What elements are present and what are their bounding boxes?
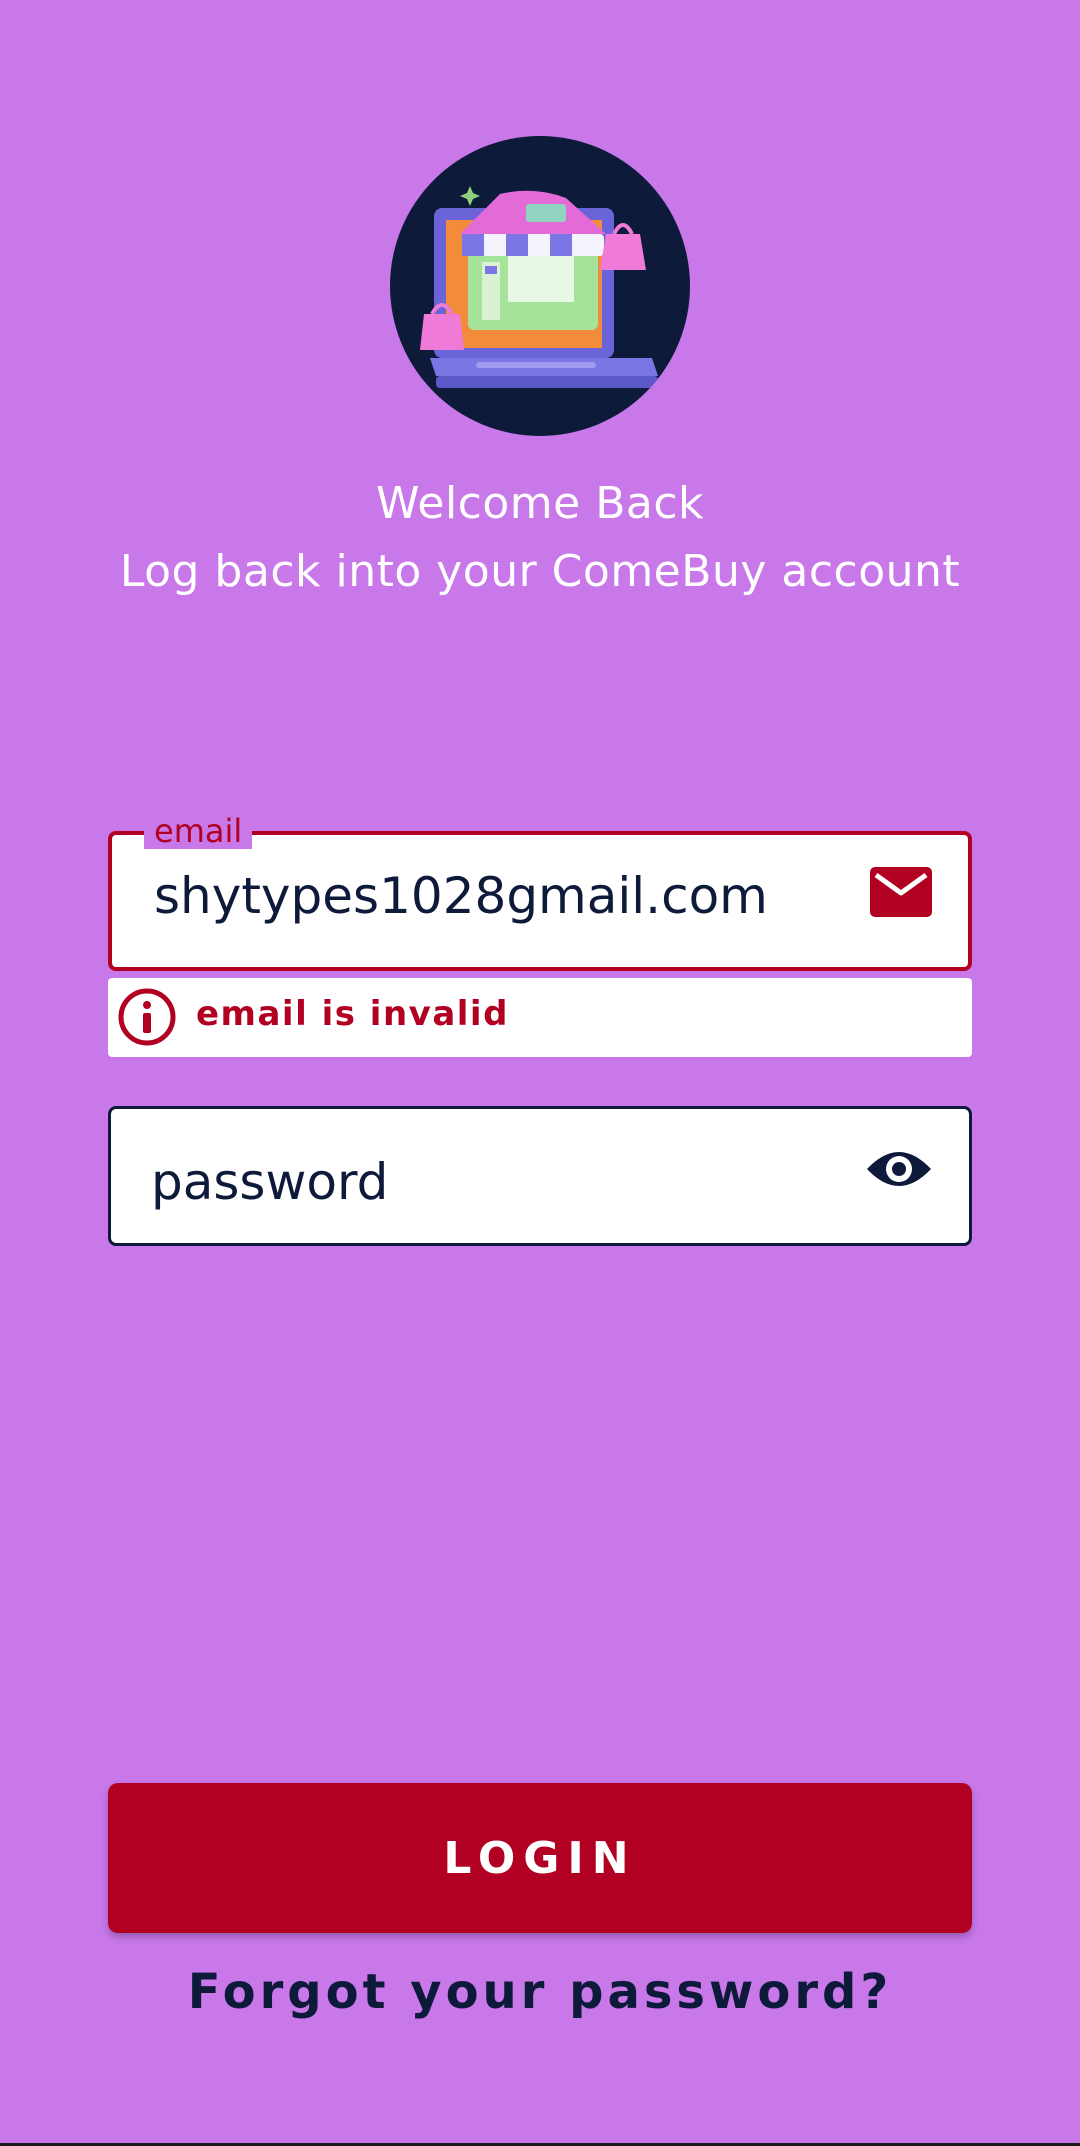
error-text: email is invalid (196, 994, 509, 1034)
welcome-title: Welcome Back (375, 478, 705, 529)
mail-icon (870, 867, 932, 917)
password-field[interactable]: password (108, 1106, 972, 1246)
info-circle-icon (116, 986, 178, 1048)
welcome-subtitle: Log back into your ComeBuy account (119, 546, 961, 597)
email-field[interactable]: email shytypes1028gmail.com (108, 813, 972, 971)
password-input[interactable]: password (151, 1153, 388, 1211)
store-logo (390, 136, 690, 436)
forgot-password-link[interactable]: Forgot your password? (0, 1964, 1080, 2020)
email-input[interactable]: shytypes1028gmail.com (154, 867, 768, 925)
email-label: email (144, 813, 253, 849)
login-screen: Welcome Back Log back into your ComeBuy … (0, 0, 1080, 2146)
eye-icon[interactable] (865, 1143, 933, 1195)
login-button[interactable]: LOGIN (108, 1783, 972, 1933)
login-label: LOGIN (443, 1832, 637, 1884)
email-error-message: email is invalid (108, 978, 972, 1057)
